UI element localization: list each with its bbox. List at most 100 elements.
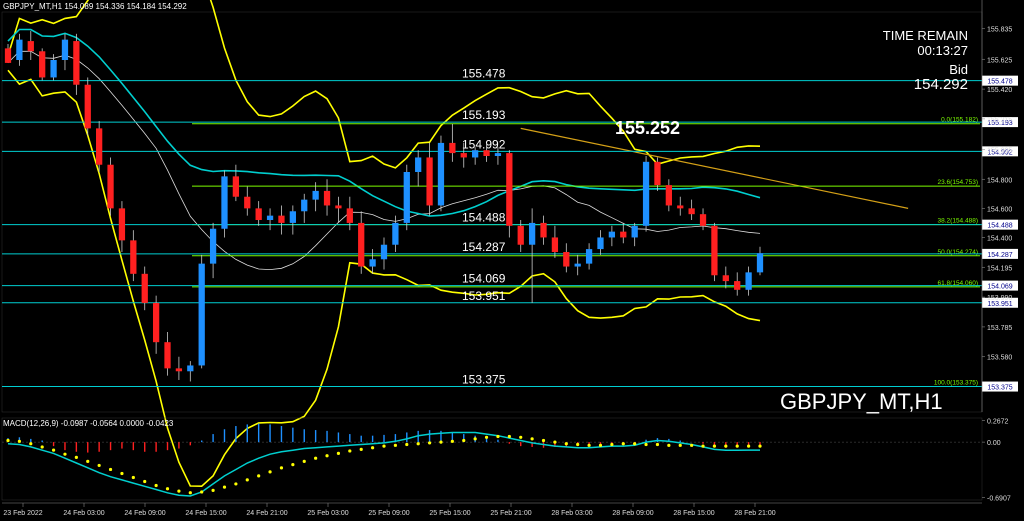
macd-signal-point (63, 452, 67, 456)
macd-signal-point (6, 438, 10, 443)
candle-body (494, 153, 502, 156)
candle-body (278, 215, 285, 223)
candle-body (574, 263, 581, 267)
candle-body (301, 199, 308, 212)
candle-body (130, 240, 137, 274)
candle-body (563, 252, 570, 267)
candle-body (608, 231, 616, 238)
macd-signal-point (427, 441, 432, 445)
macd-signal-point (120, 471, 124, 476)
macd-signal-point (610, 442, 614, 447)
time-tick-label: 23 Feb 2022 (3, 510, 42, 517)
macd-signal-point (667, 443, 671, 447)
macd-signal-point (325, 454, 329, 458)
level-price-tag-text: 155.478 (987, 79, 1012, 86)
macd-signal-point (165, 487, 170, 491)
macd-signal-point (348, 449, 352, 453)
time-tick-label: 24 Feb 21:00 (246, 510, 287, 517)
candle-body (4, 48, 12, 63)
candle-body (255, 208, 262, 220)
candle-body (198, 263, 205, 366)
macd-signal-point (758, 444, 762, 448)
macd-signal-point (177, 489, 181, 493)
time-tick-label: 24 Feb 03:00 (63, 510, 104, 517)
candle-body (118, 208, 126, 241)
time-tick-label: 24 Feb 09:00 (124, 510, 165, 517)
time-tick-label: 28 Feb 21:00 (734, 510, 775, 517)
price-tick-label: 153.785 (987, 325, 1012, 332)
level-price-tag-text: 154.488 (987, 223, 1012, 230)
candle-body (107, 164, 114, 209)
candle-body (528, 222, 536, 245)
macd-signal-point (74, 455, 78, 459)
macd-signal-point (598, 443, 603, 447)
macd-signal-point (439, 440, 443, 444)
macd-signal-point (678, 443, 682, 447)
candle-body (472, 150, 479, 158)
price-tick-label: 153.990 (987, 295, 1012, 302)
highlight-price-label: 155.252 (615, 118, 680, 138)
candle-body (506, 153, 513, 226)
candle-body (585, 249, 593, 264)
macd-signal-point (712, 444, 717, 448)
macd-signal-point (416, 442, 420, 446)
candle-body (289, 211, 296, 223)
candle-body (415, 157, 422, 172)
price-tick-label: 154.400 (987, 235, 1012, 242)
candle-body (403, 172, 410, 223)
macd-signal-point (644, 442, 648, 447)
macd-signal-point (131, 475, 135, 480)
price-tick-label: 155.835 (987, 27, 1012, 34)
macd-signal-point (747, 444, 751, 448)
candle-body (175, 368, 183, 372)
time-tick-label: 25 Feb 03:00 (307, 510, 348, 517)
candle-body (164, 342, 171, 369)
candle-body (426, 157, 433, 206)
candle-body (27, 41, 34, 52)
macd-signal-point (314, 456, 318, 460)
macd-signal-point (541, 438, 546, 443)
macd-signal-point (257, 474, 261, 478)
candle-body (232, 176, 240, 197)
macd-signal-point (484, 435, 489, 439)
candle-body (437, 142, 445, 206)
candle-body (631, 225, 638, 238)
candle-body (392, 222, 399, 245)
level-label: 155.478 (462, 67, 506, 81)
macd-signal-point (40, 445, 44, 449)
time-remain-value: 00:13:27 (917, 43, 968, 58)
candle-body (209, 228, 217, 264)
candle-body (380, 244, 388, 260)
macd-signal-point (222, 485, 227, 489)
price-tick-label: 155.005 (987, 147, 1012, 154)
price-tick-label: 155.420 (987, 87, 1012, 94)
candle-body (141, 273, 148, 303)
macd-signal-point (29, 442, 33, 446)
time-remain-label: TIME REMAIN (883, 28, 968, 43)
candle-body (699, 214, 707, 226)
price-tick-label: 154.195 (987, 265, 1012, 272)
level-label: 153.375 (462, 373, 506, 387)
candle-body (745, 272, 752, 290)
macd-signal-point (724, 444, 728, 448)
macd-signal-point (200, 490, 204, 494)
candle-body (677, 205, 684, 209)
candle-body (84, 84, 91, 129)
candle-body (335, 205, 342, 209)
candle-body (187, 365, 194, 372)
macd-signal-point (371, 446, 375, 450)
macd-signal-point (245, 478, 249, 482)
candle-body (358, 222, 365, 267)
price-tick-label: 155.215 (987, 117, 1012, 124)
time-tick-label: 25 Feb 15:00 (429, 510, 470, 517)
time-tick-label: 28 Feb 15:00 (673, 510, 714, 517)
level-label: 153.951 (462, 289, 506, 303)
fib-label: 0.0(155.182) (941, 117, 978, 124)
macd-tick-label: -0.6907 (987, 496, 1011, 503)
candle-body (221, 176, 228, 229)
chart-watermark: GBPJPY_MT,H1 (780, 389, 943, 414)
candle-body (551, 237, 559, 252)
candle-body (266, 215, 274, 220)
candle-body (449, 142, 456, 154)
candle-body (323, 190, 331, 206)
